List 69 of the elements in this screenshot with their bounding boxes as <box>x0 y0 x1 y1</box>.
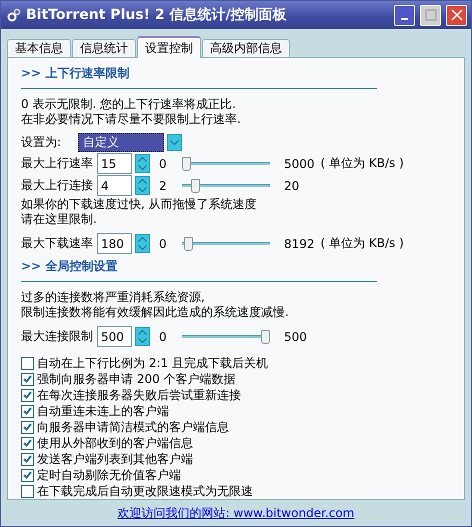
number-field[interactable]: 500 <box>97 326 132 347</box>
checkbox[interactable] <box>21 404 34 418</box>
dropdown-button[interactable] <box>167 134 182 151</box>
tab[interactable]: 基本信息 <box>7 39 71 58</box>
slider[interactable] <box>182 330 270 344</box>
field-label: 最大下载速率 <box>21 235 94 252</box>
section-title: >> 全局控制设置 <box>21 258 118 275</box>
preset-label: 设置为: <box>21 134 62 151</box>
field-label: 最大连接限制 <box>21 328 94 345</box>
preset-dropdown[interactable]: 自定义 <box>78 133 164 152</box>
option-label: 在下载完成后自动更改限速模式为无限速 <box>37 482 253 500</box>
checkbox[interactable] <box>21 388 34 402</box>
option-label: 自动在上下行比例为 2:1 且完成下载后关机 <box>37 354 268 372</box>
unit-text: ( 单位为 KB/s ) <box>320 235 404 252</box>
section-title: >> 上下行速率限制 <box>21 65 130 82</box>
tab[interactable]: 信息统计 <box>72 39 136 58</box>
minimize-icon <box>401 18 408 20</box>
description-text: 0 表示无限制. 您的上下行速率将成正比. 在非必要情况下请尽量不要限制上行速率. <box>21 97 242 127</box>
slider-min-value: 0 <box>158 236 168 250</box>
option-label: 使用从外部收到的客户端信息 <box>37 434 193 452</box>
spin-button[interactable] <box>135 327 150 346</box>
field-label: 最大上行速率 <box>21 155 94 172</box>
maximize-icon <box>424 9 436 21</box>
spin-button[interactable] <box>135 176 150 195</box>
website-link[interactable]: 欢迎访问我们的网站: www.bitwonder.com <box>118 504 354 522</box>
minimize-button[interactable] <box>394 4 415 26</box>
checkbox[interactable] <box>21 468 34 482</box>
spin-button[interactable] <box>135 234 150 253</box>
slider[interactable] <box>182 156 270 170</box>
number-field[interactable]: 4 <box>97 175 132 196</box>
maximize-button[interactable] <box>420 4 441 26</box>
field-label: 最大上行连接 <box>21 177 94 194</box>
slider-thumb[interactable] <box>261 330 270 344</box>
slider[interactable] <box>182 178 270 192</box>
slider-min-value: 0 <box>158 330 168 344</box>
number-field[interactable]: 180 <box>97 233 132 254</box>
checkbox[interactable] <box>21 436 34 450</box>
description-text: 过多的连接数将严重消耗系统资源, 限制连接数将能有效缓解因此造成的系统速度减慢. <box>21 290 290 320</box>
tab[interactable]: 设置控制 <box>137 36 201 58</box>
gear-icon <box>7 8 21 22</box>
slider-thumb[interactable] <box>184 236 193 250</box>
number-field[interactable]: 15 <box>97 153 132 174</box>
slider-max-value: 500 <box>284 330 307 344</box>
slider-min-value: 2 <box>158 178 168 192</box>
slider-thumb[interactable] <box>182 156 192 170</box>
tab[interactable]: 高级内部信息 <box>202 39 290 58</box>
option-label: 发送客户端列表到其他客户端 <box>37 450 193 468</box>
slider-max-value: 20 <box>284 178 300 192</box>
option-label: 强制向服务器申请 200 个客户端数据 <box>37 370 236 388</box>
slider-min-value: 0 <box>158 156 168 170</box>
checkbox[interactable] <box>21 452 34 466</box>
checkbox[interactable] <box>21 372 34 386</box>
close-icon <box>450 9 462 21</box>
checkbox[interactable] <box>21 484 34 498</box>
checkbox[interactable] <box>21 420 34 434</box>
option-label: 定时自动剔除无价值客户端 <box>37 466 181 484</box>
spin-button[interactable] <box>135 154 150 173</box>
window-title: BitTorrent Plus! 2 信息统计/控制面板 <box>26 6 288 24</box>
slider-thumb[interactable] <box>190 178 200 192</box>
checkbox[interactable] <box>21 356 34 370</box>
option-label: 在每次连接服务器失败后尝试重新连接 <box>37 386 241 404</box>
slider-max-value: 8192 <box>284 236 315 250</box>
option-label: 自动重连未连上的客户端 <box>37 402 169 420</box>
description-text: 如果你的下载速度过快, 从而拖慢了系统速度 请在这里限制. <box>21 197 258 227</box>
slider[interactable] <box>182 236 270 250</box>
option-label: 向服务器申请简洁模式的客户端信息 <box>37 418 229 436</box>
unit-text: ( 单位为 KB/s ) <box>320 155 404 172</box>
close-button[interactable] <box>446 4 467 26</box>
slider-max-value: 5000 <box>284 156 315 170</box>
